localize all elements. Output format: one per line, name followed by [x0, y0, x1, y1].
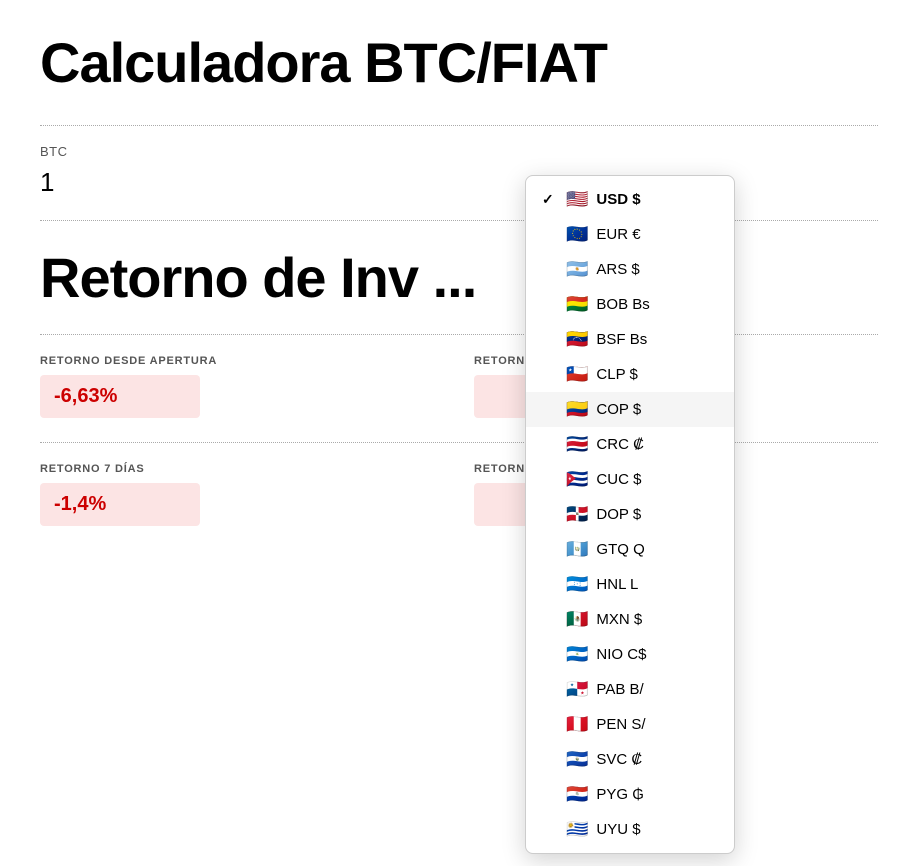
returns-grid: RETORNO DESDE APERTURA -6,63% RETORNO 1 …: [40, 334, 878, 536]
flag-icon: 🇬🇹: [566, 539, 588, 560]
currency-label: HNL L: [596, 576, 638, 593]
return-cell-apertura: RETORNO DESDE APERTURA -6,63%: [40, 345, 444, 428]
dropdown-item-clp[interactable]: 🇨🇱 CLP $: [526, 357, 734, 392]
currency-label: ARS $: [596, 261, 639, 278]
dropdown-item-pab[interactable]: 🇵🇦 PAB B/: [526, 672, 734, 707]
dropdown-item-usd[interactable]: ✓ 🇺🇸 USD $: [526, 182, 734, 217]
dropdown-item-nio[interactable]: 🇳🇮 NIO C$: [526, 637, 734, 672]
7dias-label: RETORNO 7 DÍAS: [40, 463, 444, 475]
dropdown-item-dop[interactable]: 🇩🇴 DOP $: [526, 497, 734, 532]
flag-icon: 🇨🇺: [566, 469, 588, 490]
currency-label: CLP $: [596, 366, 637, 383]
currency-label: CRC ₡: [596, 436, 644, 453]
flag-icon: 🇵🇪: [566, 714, 588, 735]
flag-icon: 🇻🇪: [566, 329, 588, 350]
currency-label: COP $: [596, 401, 641, 418]
dropdown-item-eur[interactable]: 🇪🇺 EUR €: [526, 217, 734, 252]
flag-icon: 🇦🇷: [566, 259, 588, 280]
dropdown-item-ars[interactable]: 🇦🇷 ARS $: [526, 252, 734, 287]
flag-icon: 🇵🇦: [566, 679, 588, 700]
currency-label: CUC $: [596, 471, 641, 488]
flag-icon: 🇺🇸: [566, 189, 588, 210]
page-content: Calculadora BTC/FIAT BTC 1 Retorno de In…: [0, 0, 918, 566]
btc-value: 1: [40, 167, 878, 210]
apertura-value: -6,63%: [40, 375, 200, 418]
currency-label: BOB Bs: [596, 296, 649, 313]
returns-row-bottom: RETORNO 7 DÍAS -1,4% RETORNO 14 DÍAS %: [40, 453, 878, 536]
flag-icon: 🇳🇮: [566, 644, 588, 665]
returns-row-top: RETORNO DESDE APERTURA -6,63% RETORNO 1 …: [40, 345, 878, 428]
dropdown-item-pen[interactable]: 🇵🇪 PEN S/: [526, 707, 734, 742]
flag-icon: 🇭🇳: [566, 574, 588, 595]
dropdown-item-cop[interactable]: 🇨🇴 COP $: [526, 392, 734, 427]
btc-label: BTC: [40, 144, 878, 159]
currency-label: USD $: [596, 191, 640, 208]
flag-icon: 🇨🇴: [566, 399, 588, 420]
apertura-label: RETORNO DESDE APERTURA: [40, 355, 444, 367]
flag-icon: 🇨🇷: [566, 434, 588, 455]
flag-icon: 🇲🇽: [566, 609, 588, 630]
flag-icon: 🇸🇻: [566, 749, 588, 770]
flag-icon: 🇪🇺: [566, 224, 588, 245]
flag-icon: 🇨🇱: [566, 364, 588, 385]
dropdown-item-crc[interactable]: 🇨🇷 CRC ₡: [526, 427, 734, 462]
dropdown-item-bob[interactable]: 🇧🇴 BOB Bs: [526, 287, 734, 322]
roi-title-ellipsis: ...: [433, 246, 477, 309]
btc-section: BTC 1: [40, 126, 878, 220]
currency-label: DOP $: [596, 506, 641, 523]
dropdown-item-cuc[interactable]: 🇨🇺 CUC $: [526, 462, 734, 497]
currency-dropdown[interactable]: ✓ 🇺🇸 USD $ 🇪🇺 EUR € 🇦🇷 ARS $ 🇧🇴 BOB Bs 🇻🇪 BSF Bs 🇨🇱…: [525, 175, 735, 854]
flag-icon: 🇺🇾: [566, 819, 588, 840]
currency-label: PEN S/: [596, 716, 645, 733]
dropdown-item-bsf[interactable]: 🇻🇪 BSF Bs: [526, 322, 734, 357]
dropdown-item-pyg[interactable]: 🇵🇾 PYG ₲: [526, 777, 734, 812]
returns-mid-divider: [40, 442, 878, 443]
currency-label: BSF Bs: [596, 331, 647, 348]
currency-label: PYG ₲: [596, 786, 644, 803]
flag-icon: 🇩🇴: [566, 504, 588, 525]
currency-label: NIO C$: [596, 646, 646, 663]
currency-label: UYU $: [596, 821, 640, 838]
return-cell-7dias: RETORNO 7 DÍAS -1,4%: [40, 453, 444, 536]
dropdown-item-hnl[interactable]: 🇭🇳 HNL L: [526, 567, 734, 602]
currency-label: SVC ₡: [596, 751, 642, 768]
currency-label: GTQ Q: [596, 541, 644, 558]
currency-label: EUR €: [596, 226, 640, 243]
checkmark-icon: ✓: [542, 191, 558, 208]
roi-section: Retorno de Inv ... BTC: [40, 221, 878, 310]
roi-title-part1: Retorno de Inv: [40, 246, 418, 309]
currency-label: PAB B/: [596, 681, 643, 698]
dropdown-item-mxn[interactable]: 🇲🇽 MXN $: [526, 602, 734, 637]
dropdown-item-svc[interactable]: 🇸🇻 SVC ₡: [526, 742, 734, 777]
returns-top-divider: [40, 334, 878, 335]
flag-icon: 🇧🇴: [566, 294, 588, 315]
flag-icon: 🇵🇾: [566, 784, 588, 805]
currency-label: MXN $: [596, 611, 642, 628]
dropdown-item-gtq[interactable]: 🇬🇹 GTQ Q: [526, 532, 734, 567]
page-title: Calculadora BTC/FIAT: [40, 30, 878, 95]
7dias-value: -1,4%: [40, 483, 200, 526]
dropdown-item-uyu[interactable]: 🇺🇾 UYU $: [526, 812, 734, 847]
